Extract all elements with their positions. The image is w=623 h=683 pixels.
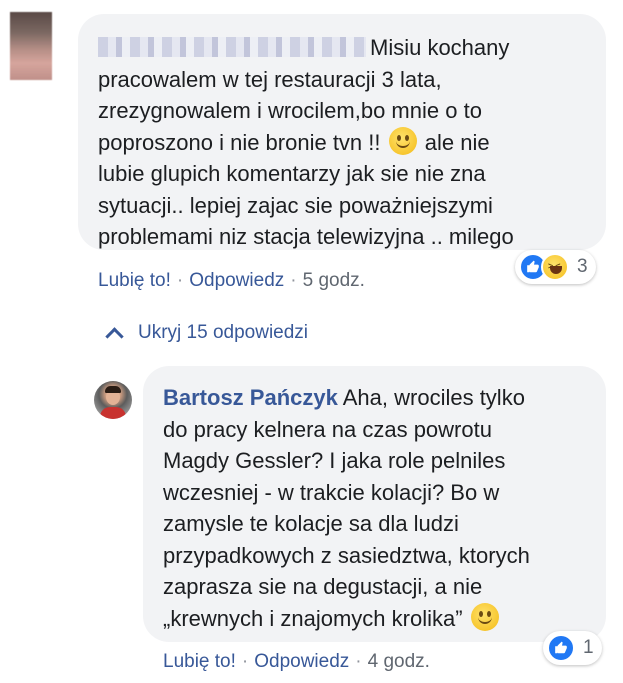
comment-body: Misiu kochany pracowalem w tej restaurac… — [98, 32, 598, 253]
haha-icon: >< — [541, 253, 569, 281]
like-link[interactable]: Lubię to! — [163, 651, 236, 672]
reply-author-avatar[interactable] — [94, 381, 132, 419]
hide-replies-toggle[interactable]: Ukryj 15 odpowiedzi — [104, 322, 308, 344]
like-link[interactable]: Lubię to! — [98, 270, 171, 291]
separator-dot: · — [290, 270, 297, 291]
like-icon — [547, 634, 575, 662]
reply-actions: Lubię to! · Odpowiedz · 4 godz. — [163, 651, 430, 673]
separator-dot: · — [241, 651, 249, 672]
commenter-avatar-blurred[interactable] — [10, 12, 52, 80]
reply-timestamp[interactable]: 4 godz. — [368, 651, 430, 672]
reply-link[interactable]: Odpowiedz — [254, 651, 349, 672]
hide-replies-label: Ukryj 15 odpowiedzi — [138, 322, 309, 343]
reaction-count: 3 — [577, 256, 588, 277]
smile-emoji-icon — [388, 126, 417, 155]
reply-author-name[interactable]: Bartosz Pańczyk — [163, 385, 338, 410]
separator-dot: · — [355, 651, 362, 672]
comment-timestamp[interactable]: 5 godz. — [303, 270, 365, 291]
separator-dot: · — [176, 270, 184, 291]
commenter-name-blurred[interactable] — [98, 37, 366, 57]
reply-link[interactable]: Odpowiedz — [189, 270, 284, 291]
reply-body: Bartosz Pańczyk Aha, wrociles tylko do p… — [163, 382, 603, 634]
reactions-summary[interactable]: >< 3 — [515, 250, 596, 284]
smile-emoji-icon — [470, 602, 499, 631]
reaction-count: 1 — [583, 637, 594, 658]
reply-text: Aha, wrociles tylko do pracy kelnera na … — [163, 385, 530, 631]
comment-actions: Lubię to! · Odpowiedz · 5 godz. — [98, 270, 365, 292]
reply-reactions-summary[interactable]: 1 — [543, 631, 602, 665]
chevron-up-icon — [104, 323, 124, 343]
